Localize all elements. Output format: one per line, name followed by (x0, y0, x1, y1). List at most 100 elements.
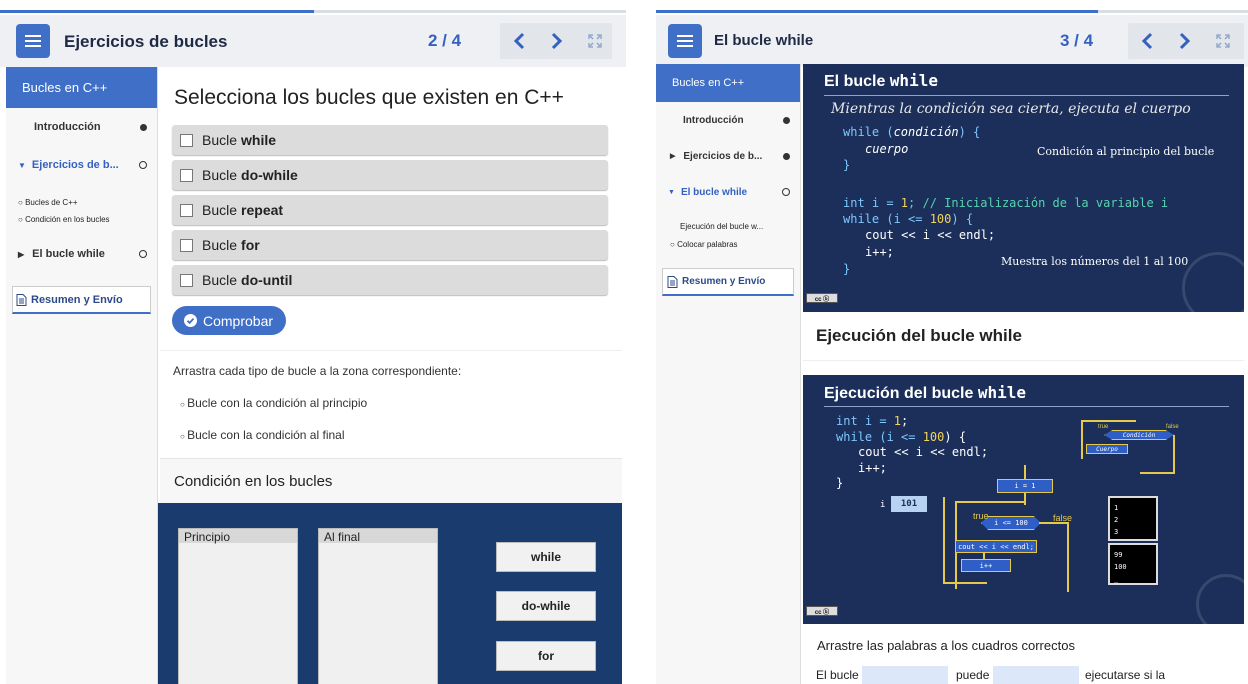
terminal-line: 100 (1114, 563, 1127, 571)
checkbox-icon[interactable] (180, 238, 193, 252)
chevron-right-icon[interactable] (1168, 24, 1202, 58)
option-prefix: Bucle (202, 167, 238, 183)
code-line: i++; (865, 245, 894, 259)
checkbox-icon[interactable] (180, 203, 193, 217)
drop-zone-header: Principio (179, 529, 297, 544)
sidebar-subitem-label: Ejecución del bucle w... (680, 222, 764, 231)
option-for[interactable]: Bucle for (172, 230, 608, 260)
sidebar-item-while[interactable]: ▶ El bucle while (6, 232, 157, 276)
sidebar: Bucles en C++ Introducción ▶ Ejercicios d… (656, 64, 801, 684)
checkbox-icon[interactable] (180, 168, 193, 182)
flow-arrow (1024, 465, 1026, 479)
chip-for[interactable]: for (496, 641, 596, 671)
fullscreen-icon[interactable] (578, 24, 612, 58)
terminal-line: _ (1114, 575, 1119, 583)
code-line: int i = 1; // Inicialización de la varia… (843, 196, 1168, 210)
drop-zone-al-final[interactable]: Al final (318, 528, 438, 684)
flow-arrow (1067, 522, 1069, 592)
chip-do-while[interactable]: do-while (496, 591, 596, 621)
option-keyword: do-while (241, 167, 298, 183)
hamburger-menu-icon[interactable] (16, 24, 50, 58)
sidebar-item-label: El bucle while (680, 186, 748, 198)
slide-title-text: El bucle (824, 73, 890, 90)
option-do-until[interactable]: Bucle do-until (172, 265, 608, 295)
sidebar-item-introduccion[interactable]: Introducción (6, 108, 157, 146)
visited-dot-icon (783, 116, 790, 124)
chip-while[interactable]: while (496, 542, 596, 572)
flow-arrow (943, 582, 987, 584)
sidebar-item-label: El bucle while (32, 248, 105, 260)
page-title: Ejercicios de bucles (64, 32, 228, 51)
sidebar-item-while[interactable]: ▼ El bucle while (656, 174, 800, 210)
slide-title: El bucle while (824, 71, 938, 91)
sidebar-top-item[interactable]: Bucles en C++ (656, 64, 800, 102)
code-token: while (i <= (836, 430, 923, 444)
sentence-part: puede (956, 668, 990, 682)
chevron-right-icon[interactable] (540, 24, 574, 58)
code-token: ; // Inicialización de la variable i (908, 196, 1169, 210)
bullet-icon: ○ (670, 240, 678, 249)
sidebar-item-introduccion[interactable]: Introducción (656, 102, 800, 138)
fullscreen-icon[interactable] (1206, 24, 1240, 58)
slide-divider (824, 95, 1229, 96)
drag-instruction: Arrastra cada tipo de bucle a la zona co… (173, 364, 462, 378)
university-seal-watermark (1196, 574, 1244, 624)
code-line: } (843, 262, 851, 276)
drop-zone-principio[interactable]: Principio (178, 528, 298, 684)
sidebar-subitem[interactable]: Ejecución del bucle w... (680, 218, 800, 236)
chevron-left-icon[interactable] (1130, 24, 1164, 58)
option-prefix: Bucle (202, 202, 238, 218)
resumen-button[interactable]: Resumen y Envío (12, 286, 151, 314)
option-do-while[interactable]: Bucle do-while (172, 160, 608, 190)
code-token: 100 (929, 212, 952, 226)
mini-true-label: true (1098, 424, 1109, 430)
progress-bar (656, 10, 1248, 13)
chevron-left-icon[interactable] (502, 24, 536, 58)
sidebar-top-item[interactable]: Bucles en C++ (6, 67, 157, 108)
code-token: ; (901, 414, 909, 428)
caret-right-icon: ▶ (18, 249, 25, 259)
slide-title-code: while (889, 71, 938, 90)
terminal-line: 1 (1114, 504, 1119, 512)
code-line: i++; (858, 461, 887, 475)
sidebar-subitem-label: Condición en los bucles (25, 215, 110, 224)
blank-slot[interactable] (862, 666, 948, 684)
sidebar-item-label: Introducción (34, 121, 101, 133)
code-line: cout << i << endl; (858, 445, 989, 459)
code-line: while (i <= 100) { (836, 430, 966, 444)
code-line: cout << i << endl; (865, 228, 996, 242)
sidebar-item-ejercicios[interactable]: ▶ Ejercicios de b... (656, 138, 800, 174)
cc-license-badge: cc ⓑ (806, 293, 838, 303)
caret-down-icon: ▼ (668, 188, 675, 196)
flow-arrow (1039, 522, 1069, 524)
sidebar-item-ejercicios[interactable]: ▼ Ejercicios de b... (6, 146, 157, 184)
check-circle-icon (184, 314, 197, 327)
sidebar-subitem[interactable]: ○ Condición en los bucles (18, 211, 157, 228)
flow-arrow (1024, 493, 1026, 505)
checkbox-icon[interactable] (180, 273, 193, 287)
option-while[interactable]: Bucle while (172, 125, 608, 155)
hamburger-menu-icon[interactable] (668, 24, 702, 58)
code-line: cuerpo (865, 142, 909, 156)
terminal-line: 2 (1114, 516, 1119, 524)
code-token: 100 (922, 430, 945, 444)
resumen-button[interactable]: Resumen y Envío (662, 268, 794, 296)
bullet-item: ○ Bucle con la condición al final (180, 428, 345, 442)
page-indicator: 3 / 4 (1060, 31, 1094, 50)
blank-slot[interactable] (993, 666, 1079, 684)
sidebar-subitem[interactable]: ○ Colocar palabras (670, 236, 800, 254)
page-title: El bucle while (714, 32, 814, 49)
checkbox-icon[interactable] (180, 133, 193, 147)
code-token: int i = (836, 414, 894, 428)
document-icon (16, 293, 27, 306)
slide-note: Condición al principio del bucle (1037, 145, 1215, 158)
option-repeat[interactable]: Bucle repeat (172, 195, 608, 225)
variable-name: i (880, 500, 886, 510)
sidebar-subitem[interactable]: ○ Bucles de C++ (18, 194, 157, 211)
check-button[interactable]: Comprobar (172, 306, 286, 335)
bullet-text: Bucle con la condición al final (187, 428, 345, 442)
section-header: Condición en los bucles (160, 458, 622, 503)
document-icon (667, 275, 678, 288)
code-line: int i = 1; (836, 414, 908, 428)
flow-arrow (943, 497, 945, 584)
